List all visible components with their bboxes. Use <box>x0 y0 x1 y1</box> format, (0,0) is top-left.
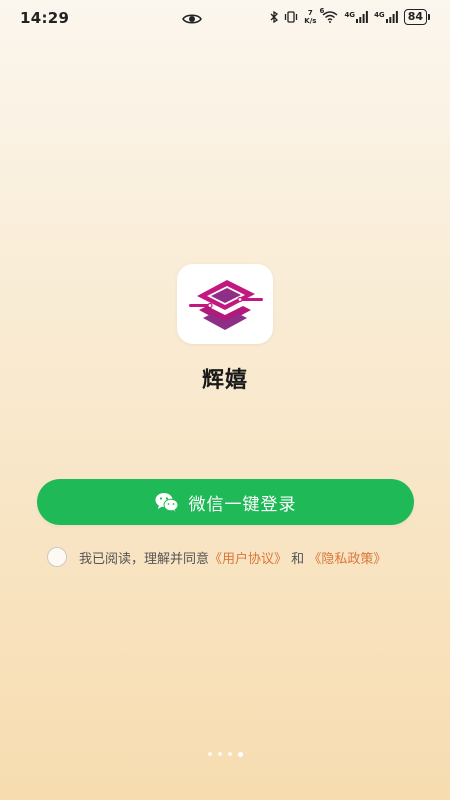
signal-icon-2: 4G <box>374 11 398 23</box>
app-name: 辉嬉 <box>201 368 248 393</box>
privacy-policy-link[interactable]: 《隐私政策》 <box>308 552 386 567</box>
wechat-icon <box>155 492 179 512</box>
signal2-label: 4G <box>374 11 385 19</box>
wechat-login-label: 微信一键登录 <box>188 494 297 515</box>
signal1-label: 4G <box>344 11 356 19</box>
page-dot <box>217 752 222 756</box>
graduation-cap-logo-icon <box>189 280 263 330</box>
vibrate-icon <box>284 11 298 23</box>
page-dot <box>227 752 232 756</box>
agreement-joiner: 和 <box>291 551 305 567</box>
status-icons: 7 K/s 6 4G 4G 84 <box>270 7 430 25</box>
signal-icon: 4G <box>344 11 368 23</box>
eye-icon <box>182 11 202 25</box>
net-speed-value: 7 <box>307 9 313 17</box>
agree-checkbox[interactable] <box>47 547 67 567</box>
bluetooth-icon <box>270 11 279 23</box>
agreement-row: 我已阅读，理解并同意《用户协议》 和 《隐私政策》 <box>47 547 386 567</box>
login-screen: 14:29 7 K/s 6 4G 4G 84 辉嬉 微信一键登录 我已阅读，理解… <box>0 0 450 800</box>
agreement-prefix: 我已阅读，理解并同意 <box>79 551 210 567</box>
net-speed: 7 K/s <box>304 9 316 25</box>
page-dot <box>207 752 212 756</box>
battery-icon: 84 <box>403 9 430 25</box>
agreement-text: 我已阅读，理解并同意《用户协议》 和 《隐私政策》 <box>79 548 386 567</box>
status-bar: 14:29 7 K/s 6 4G 4G 84 <box>0 0 450 36</box>
page-indicator <box>0 752 450 757</box>
status-time: 14:29 <box>20 9 70 27</box>
user-agreement-link[interactable]: 《用户协议》 <box>209 552 287 567</box>
page-dot-active <box>237 752 243 757</box>
battery-level: 84 <box>403 9 427 25</box>
wifi-badge: 6 <box>319 7 325 15</box>
net-speed-unit: K/s <box>304 17 317 25</box>
wechat-login-button[interactable]: 微信一键登录 <box>37 479 414 525</box>
wifi-icon: 6 <box>319 7 338 23</box>
app-logo <box>177 264 273 344</box>
